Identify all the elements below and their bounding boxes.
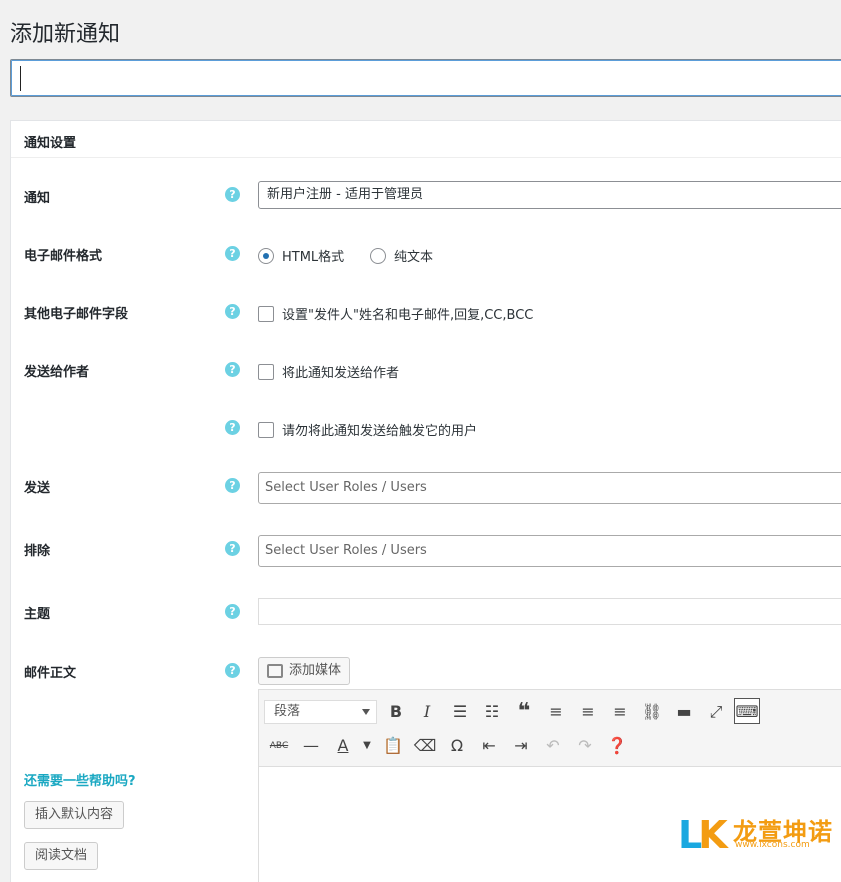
format-select[interactable]: 段落 (264, 700, 377, 724)
body-label: 邮件正文 (24, 666, 77, 681)
bullet-list-icon[interactable]: ☰ (447, 699, 473, 725)
help-icon[interactable]: ? (225, 663, 240, 678)
blockquote-icon[interactable]: ❝ (511, 699, 537, 725)
horizontal-line-icon[interactable]: — (298, 733, 324, 759)
notification-label: 通知 (24, 191, 51, 206)
bold-icon[interactable]: B (383, 699, 409, 725)
italic-icon[interactable]: I (414, 699, 440, 725)
other-fields-checkbox-label: 设置"发件人"姓名和电子邮件,回复,CC,BCC (282, 308, 534, 323)
add-media-label: 添加媒体 (289, 663, 342, 678)
send-recipients-input[interactable]: Select User Roles / Users (258, 472, 841, 504)
help-icon[interactable]: ? (225, 541, 240, 556)
add-media-button[interactable]: 添加媒体 (258, 657, 350, 685)
panel-header: 通知设置 (11, 121, 841, 158)
clear-format-icon[interactable]: ⌫ (412, 733, 438, 759)
text-caret (20, 66, 21, 91)
send-to-author-option[interactable]: 将此通知发送给作者 (258, 362, 399, 381)
media-icon (267, 664, 283, 678)
format-plaintext-option[interactable]: 纯文本 (370, 246, 433, 265)
subject-input[interactable] (258, 598, 841, 625)
other-fields-checkbox[interactable] (258, 305, 274, 322)
plaintext-radio[interactable] (370, 247, 386, 264)
html-radio-label: HTML格式 (282, 250, 345, 265)
insert-default-button[interactable]: 插入默认内容 (24, 801, 125, 829)
help-icon[interactable]: ? (225, 604, 240, 619)
panel-title: 通知设置 (24, 136, 77, 151)
help-icon[interactable]: ? (225, 187, 240, 202)
notification-select[interactable]: 新用户注册 - 适用于管理员 (258, 181, 841, 209)
exclude-label: 排除 (24, 544, 51, 559)
outdent-icon[interactable]: ⇤ (476, 733, 502, 759)
indent-icon[interactable]: ⇥ (508, 733, 534, 759)
plaintext-radio-label: 纯文本 (394, 250, 434, 265)
help-icon[interactable]: ? (225, 478, 240, 493)
lk-logo-icon: LK (678, 813, 728, 857)
text-color-icon[interactable]: A (330, 733, 356, 759)
paste-text-icon[interactable]: 📋 (380, 733, 406, 759)
toolbar-toggle-icon[interactable]: ⌨ (734, 698, 760, 724)
send-label: 发送 (24, 481, 51, 496)
help-icon[interactable]: ? (225, 304, 240, 319)
other-fields-label: 其他电子邮件字段 (24, 307, 129, 322)
no-send-trigger-checkbox[interactable] (258, 421, 274, 438)
help-icon[interactable]: ? (225, 420, 240, 435)
read-docs-button[interactable]: 阅读文档 (24, 842, 99, 870)
help-icon[interactable]: ? (225, 362, 240, 377)
align-left-icon[interactable]: ≡ (543, 699, 569, 725)
keyboard-help-icon[interactable]: ❓ (604, 733, 630, 759)
undo-icon[interactable]: ↶ (540, 733, 566, 759)
read-more-icon[interactable]: ▬ (671, 699, 697, 725)
chevron-down-icon (362, 709, 370, 715)
numbered-list-icon[interactable]: ☷ (479, 699, 505, 725)
watermark-logo: LK 龙萱坤诺 www.lxcons.com (678, 810, 838, 857)
redo-icon[interactable]: ↷ (572, 733, 598, 759)
no-send-trigger-checkbox-label: 请勿将此通知发送给触发它的用户 (282, 424, 478, 439)
chevron-down-icon[interactable]: ▼ (354, 733, 380, 759)
exclude-recipients-input[interactable]: Select User Roles / Users (258, 535, 841, 567)
editor-toolbar: 段落 B I ☰ ☷ ❝ ≡ ≡ ≡ ⛓ ▬ ⤢ ⌨ ABC — A ▼ 📋 ⌫… (259, 690, 841, 767)
format-select-value: 段落 (274, 704, 301, 719)
fullscreen-icon[interactable]: ⤢ (703, 699, 729, 725)
send-author-label: 发送给作者 (24, 365, 90, 380)
send-to-author-checkbox-label: 将此通知发送给作者 (282, 366, 400, 381)
help-link[interactable]: 还需要一些帮助吗? (24, 770, 136, 789)
link-icon[interactable]: ⛓ (639, 699, 665, 725)
page-title: 添加新通知 (10, 22, 121, 47)
special-char-icon[interactable]: Ω (444, 733, 470, 759)
html-radio[interactable] (258, 247, 274, 264)
help-icon[interactable]: ? (225, 246, 240, 261)
notification-settings-panel: 通知设置 通知 ? 新用户注册 - 适用于管理员 电子邮件格式 ? HTML格式… (10, 120, 841, 882)
align-right-icon[interactable]: ≡ (607, 699, 633, 725)
subject-label: 主题 (24, 607, 51, 622)
notification-title-input[interactable] (10, 59, 841, 97)
no-send-trigger-option[interactable]: 请勿将此通知发送给触发它的用户 (258, 420, 477, 439)
align-center-icon[interactable]: ≡ (575, 699, 601, 725)
watermark-url: www.lxcons.com (735, 840, 810, 850)
other-fields-option[interactable]: 设置"发件人"姓名和电子邮件,回复,CC,BCC (258, 304, 533, 323)
strikethrough-icon[interactable]: ABC (266, 733, 292, 759)
send-to-author-checkbox[interactable] (258, 363, 274, 380)
format-html-option[interactable]: HTML格式 (258, 246, 344, 265)
email-format-label: 电子邮件格式 (24, 249, 103, 264)
